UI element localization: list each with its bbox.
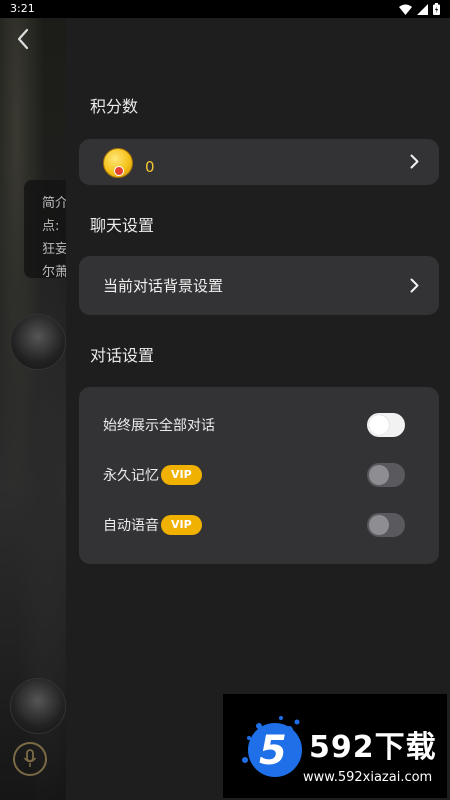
setting-label: 始终展示全部对话 (103, 418, 215, 434)
character-intro-card: 简介 点: 狂妄 尔萧 (24, 180, 66, 280)
site-watermark: 5 592下载 www.592xiazai.com (223, 694, 447, 798)
status-bar: 3:21 (0, 0, 450, 18)
setting-label: 永久记忆 (103, 468, 159, 484)
coin-icon (103, 148, 133, 178)
battery-icon (433, 3, 440, 15)
chevron-right-icon (410, 278, 419, 293)
points-value: 0 (145, 158, 155, 176)
chat-settings-title: 聊天设置 (90, 216, 155, 235)
site-logo-number: 5 (259, 728, 287, 774)
site-url: www.592xiazai.com (303, 770, 433, 785)
site-title: 592下载 (309, 730, 437, 765)
status-icons (399, 3, 440, 15)
conversation-background-label: 当前对话背景设置 (103, 277, 224, 295)
intro-line: 点: (42, 219, 60, 234)
intro-line: 狂妄 (42, 242, 66, 257)
status-time: 3:21 (10, 2, 35, 15)
permanent-memory-toggle[interactable] (367, 463, 405, 487)
toggle-knob (369, 515, 389, 535)
back-arrow-icon[interactable] (16, 28, 30, 50)
intro-line: 尔萧 (42, 265, 66, 280)
conversation-background-setting[interactable]: 当前对话背景设置 (79, 256, 439, 315)
signal-icon (417, 3, 428, 15)
vip-badge: VIP (161, 515, 202, 535)
settings-drawer: 积分数 0 聊天设置 当前对话背景设置 对话设置 始终展示全部对话 永久记忆 V… (66, 18, 450, 800)
setting-row-auto-voice: 自动语音 VIP (103, 513, 405, 537)
background-chat-screen: 简介 点: 狂妄 尔萧 (0, 18, 66, 800)
microphone-button[interactable] (13, 742, 47, 776)
microphone-icon (23, 749, 37, 767)
toggle-knob (369, 415, 389, 435)
dialog-settings-card: 始终展示全部对话 永久记忆 VIP 自动语音 VIP (79, 387, 439, 564)
setting-row-show-all-dialog: 始终展示全部对话 (103, 413, 405, 437)
wifi-icon (399, 4, 412, 15)
vip-badge: VIP (161, 465, 202, 485)
character-avatar (10, 314, 66, 370)
setting-row-permanent-memory: 永久记忆 VIP (103, 463, 405, 487)
points-section-title: 积分数 (90, 97, 139, 116)
dialog-settings-title: 对话设置 (90, 346, 155, 365)
show-all-dialog-toggle[interactable] (367, 413, 405, 437)
auto-voice-toggle[interactable] (367, 513, 405, 537)
character-avatar (10, 678, 66, 734)
toggle-knob (369, 465, 389, 485)
setting-label: 自动语音 (103, 518, 159, 534)
points-card[interactable]: 0 (79, 139, 439, 185)
intro-line: 简介 (42, 196, 66, 211)
chevron-right-icon (410, 154, 419, 169)
